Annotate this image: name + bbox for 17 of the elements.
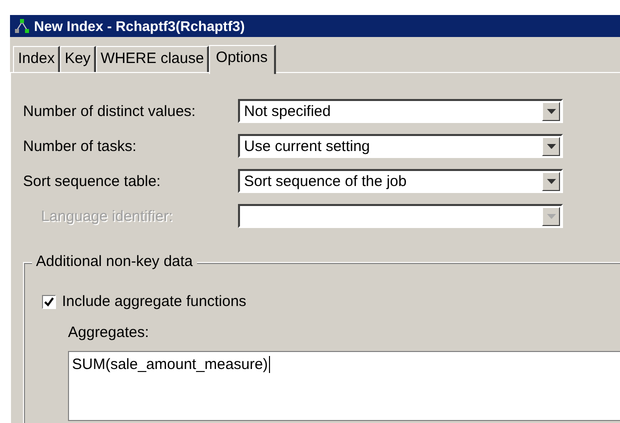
checkbox[interactable] <box>42 294 56 308</box>
tab[interactable]: Key <box>60 46 96 72</box>
window-title: New Index - Rchaptf3(Rchaptf3) <box>34 18 245 34</box>
aggregates-label: Aggregates: <box>68 324 150 341</box>
dropdown[interactable] <box>238 204 563 228</box>
checkbox-label: Include aggregate functions <box>62 293 246 310</box>
tree-nodes-icon <box>14 19 30 33</box>
field-label: Number of tasks: <box>23 138 138 154</box>
field-label: Sort sequence table: <box>23 172 162 190</box>
dropdown[interactable]: Not specified <box>238 99 563 123</box>
tab[interactable]: Index <box>13 46 60 72</box>
tab[interactable]: Options <box>208 45 276 74</box>
field-label: Number of distinct values: <box>23 102 197 120</box>
dropdown[interactable]: Use current setting <box>238 134 563 158</box>
aggregates-field[interactable]: SUM(sale_amount_measure) <box>68 351 620 421</box>
group-title: Additional non-key data <box>32 253 197 270</box>
dropdown[interactable]: Sort sequence of the job <box>238 169 563 193</box>
